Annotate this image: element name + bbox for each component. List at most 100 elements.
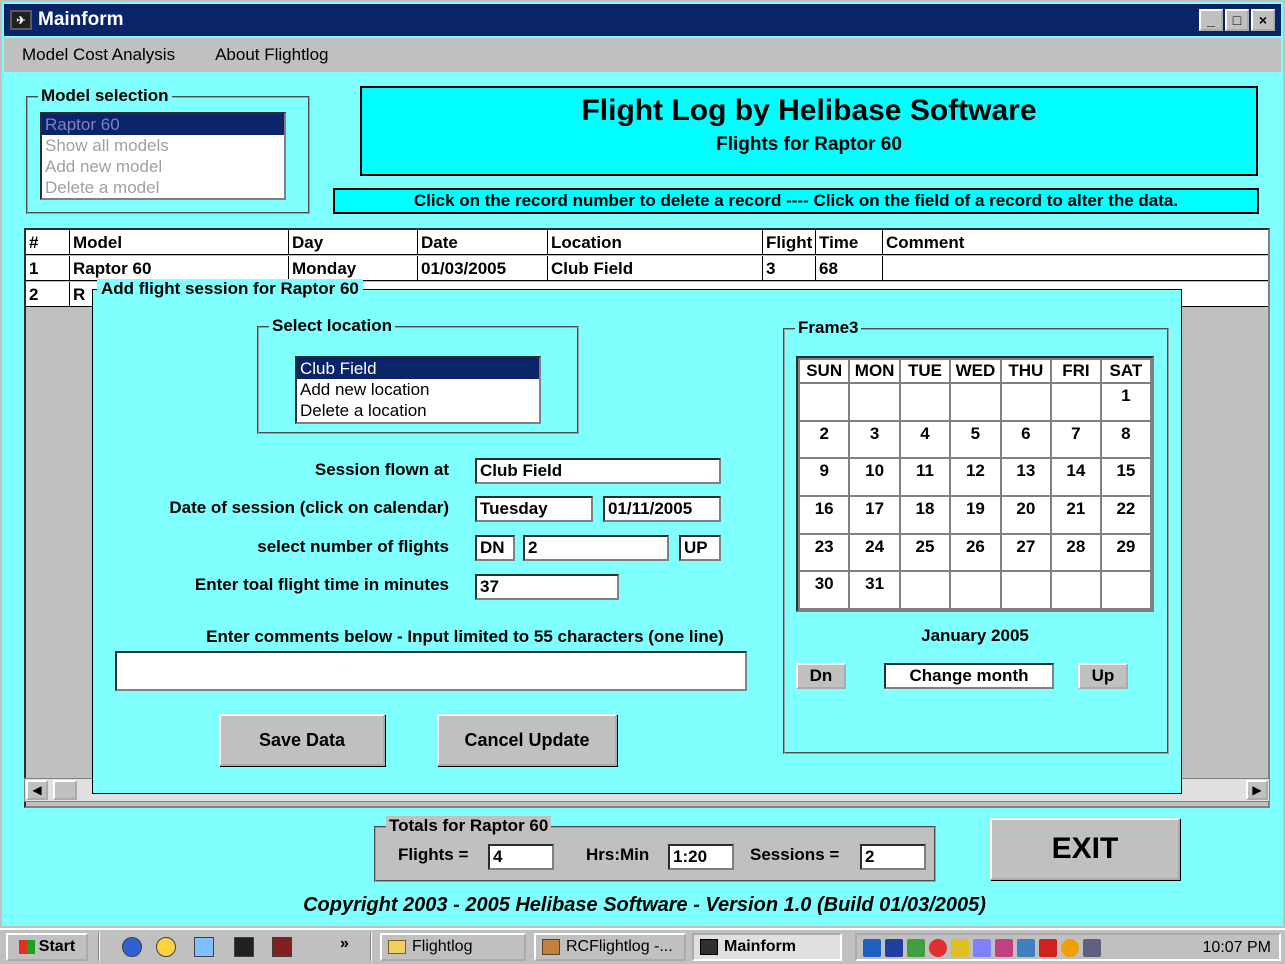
calendar-day[interactable]: 12 — [949, 457, 1002, 497]
cell-time[interactable]: 68 — [816, 256, 883, 281]
day-field[interactable]: Tuesday — [475, 496, 593, 522]
calendar-day[interactable]: 9 — [797, 457, 851, 497]
tray-alert-icon[interactable] — [929, 939, 947, 957]
tray-network-icon[interactable] — [863, 939, 881, 957]
calendar-day[interactable]: 10 — [848, 457, 901, 497]
model-item-show-all[interactable]: Show all models — [42, 135, 284, 156]
flights-count-field[interactable]: 2 — [523, 535, 669, 561]
scroll-right-arrow-icon[interactable]: ▶ — [1246, 780, 1268, 800]
comments-input[interactable] — [115, 651, 747, 691]
cell-day[interactable]: Monday — [289, 256, 418, 281]
task-mainform[interactable]: Mainform — [692, 933, 842, 961]
calendar-day[interactable]: 20 — [999, 494, 1052, 535]
save-data-button[interactable]: Save Data — [219, 714, 385, 766]
calendar-day[interactable]: 5 — [949, 419, 1002, 460]
calendar-day[interactable]: 17 — [848, 494, 901, 535]
location-item-club-field[interactable]: Club Field — [297, 358, 539, 379]
calendar-day[interactable]: 3 — [848, 419, 901, 460]
model-item-add-new[interactable]: Add new model — [42, 156, 284, 177]
tray-security-icon[interactable] — [1061, 939, 1079, 957]
flight-time-input[interactable]: 37 — [475, 574, 619, 600]
calendar-day[interactable]: 11 — [898, 457, 952, 497]
calendar-day[interactable]: 31 — [848, 570, 901, 610]
title-bar[interactable]: ✈ Mainform _ □ × — [4, 4, 1281, 36]
calendar-day[interactable] — [949, 570, 1002, 610]
quicklaunch-overflow-icon[interactable]: » — [340, 935, 349, 953]
cell-number[interactable]: 2 — [26, 282, 70, 307]
desktop-icon[interactable] — [194, 937, 214, 957]
calendar-month-up-button[interactable]: Up — [1078, 663, 1128, 689]
calendar-day[interactable]: 16 — [797, 494, 851, 535]
calendar-month-down-button[interactable]: Dn — [796, 663, 846, 689]
tray-calendar-icon[interactable] — [973, 939, 991, 957]
cell-flight[interactable]: 3 — [763, 256, 816, 281]
table-row[interactable]: 1 Raptor 60 Monday 01/03/2005 Club Field… — [26, 256, 1268, 281]
calendar-day[interactable]: 8 — [1099, 419, 1153, 460]
calendar-day[interactable] — [797, 382, 851, 422]
calendar-day[interactable]: 15 — [1099, 457, 1153, 497]
calendar-day[interactable]: 26 — [949, 532, 1002, 573]
cell-date[interactable]: 01/03/2005 — [418, 256, 548, 281]
calendar-day[interactable]: 30 — [797, 570, 851, 610]
tray-flag-icon[interactable] — [885, 939, 903, 957]
calendar-day[interactable]: 25 — [898, 532, 952, 573]
calendar-day[interactable]: 6 — [999, 419, 1052, 460]
calendar-day[interactable] — [999, 570, 1052, 610]
calendar-grid[interactable]: SUN MON TUE WED THU FRI SAT 1 2 3 4 5 6 … — [796, 356, 1154, 612]
location-item-add-new[interactable]: Add new location — [297, 379, 539, 400]
exit-button[interactable]: EXIT — [990, 818, 1180, 880]
scroll-left-arrow-icon[interactable]: ◀ — [26, 780, 48, 800]
calendar-day[interactable]: 24 — [848, 532, 901, 573]
task-rcflightlog[interactable]: RCFlightlog -... — [534, 933, 686, 961]
location-item-delete[interactable]: Delete a location — [297, 400, 539, 421]
calendar-day[interactable]: 13 — [999, 457, 1052, 497]
calendar-day[interactable] — [949, 382, 1002, 422]
cell-location[interactable]: Club Field — [548, 256, 763, 281]
calendar-day[interactable]: 7 — [1049, 419, 1102, 460]
minimize-button[interactable]: _ — [1199, 9, 1223, 31]
calendar-day[interactable] — [999, 382, 1052, 422]
start-button[interactable]: Start — [6, 933, 88, 961]
menu-model-cost-analysis[interactable]: Model Cost Analysis — [22, 45, 175, 65]
cancel-update-button[interactable]: Cancel Update — [437, 714, 617, 766]
tray-misc-icon[interactable] — [1083, 939, 1101, 957]
calendar-day[interactable]: 4 — [898, 419, 952, 460]
tray-app-icon[interactable] — [907, 939, 925, 957]
flights-down-button[interactable]: DN — [475, 535, 515, 561]
location-listbox[interactable]: Club Field Add new location Delete a loc… — [295, 356, 541, 424]
cell-number[interactable]: 1 — [26, 256, 70, 281]
calendar-day[interactable]: 29 — [1099, 532, 1153, 573]
model-item-raptor-60[interactable]: Raptor 60 — [42, 114, 284, 135]
refresh-icon[interactable] — [156, 937, 176, 957]
calendar-day[interactable]: 28 — [1049, 532, 1102, 573]
calendar-day[interactable] — [1049, 382, 1102, 422]
scroll-thumb[interactable] — [53, 780, 77, 800]
menu-about-flightlog[interactable]: About Flightlog — [215, 45, 328, 65]
calendar-day[interactable]: 14 — [1049, 457, 1102, 497]
calendar-day[interactable]: 22 — [1099, 494, 1153, 535]
task-flightlog[interactable]: Flightlog — [380, 933, 526, 961]
flights-up-button[interactable]: UP — [679, 535, 721, 561]
app-shortcut-2-icon[interactable] — [272, 937, 292, 957]
calendar-day[interactable] — [898, 570, 952, 610]
cell-model[interactable]: Raptor 60 — [70, 256, 289, 281]
calendar-day[interactable] — [848, 382, 901, 422]
close-button[interactable]: × — [1251, 9, 1275, 31]
model-listbox[interactable]: Raptor 60 Show all models Add new model … — [40, 112, 286, 200]
calendar-day[interactable] — [1049, 570, 1102, 610]
calendar-day[interactable] — [1099, 570, 1153, 610]
maximize-button[interactable]: □ — [1225, 9, 1249, 31]
tray-monitor-icon[interactable] — [1017, 939, 1035, 957]
calendar-day[interactable]: 1 — [1099, 382, 1153, 422]
model-item-delete[interactable]: Delete a model — [42, 177, 284, 198]
calendar-day[interactable]: 2 — [797, 419, 851, 460]
calendar-day[interactable]: 23 — [797, 532, 851, 573]
tray-zonealarm-icon[interactable] — [1039, 939, 1057, 957]
date-field[interactable]: 01/11/2005 — [603, 496, 721, 522]
calendar-day[interactable]: 27 — [999, 532, 1052, 573]
tray-tool-icon[interactable] — [995, 939, 1013, 957]
calendar-day[interactable]: 21 — [1049, 494, 1102, 535]
internet-explorer-icon[interactable] — [122, 937, 142, 957]
session-flown-field[interactable]: Club Field — [475, 458, 721, 484]
app-shortcut-icon[interactable] — [234, 937, 254, 957]
